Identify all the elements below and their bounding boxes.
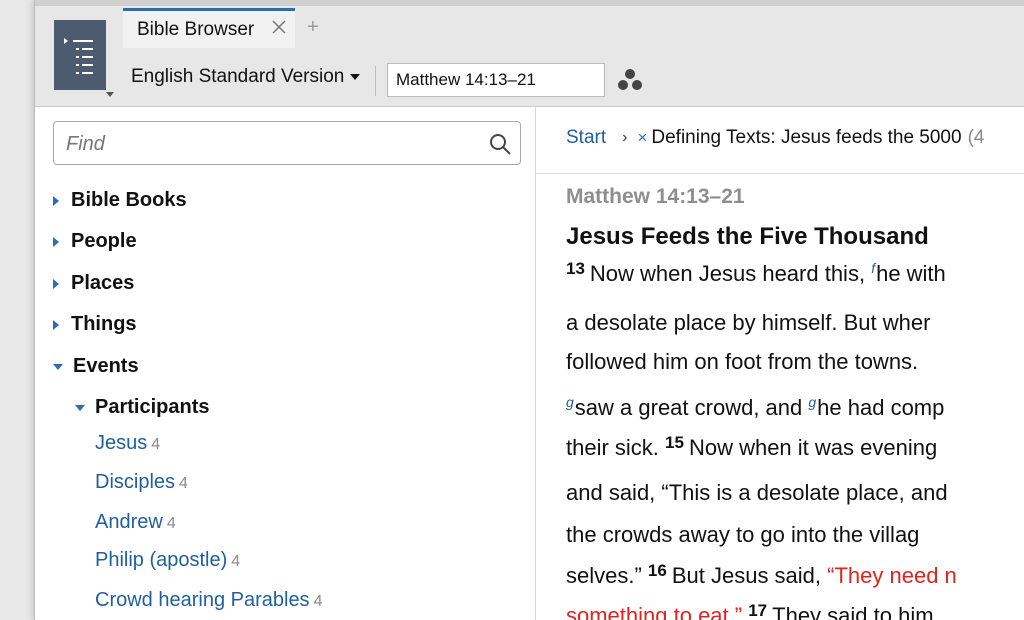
tree-item-label: Events <box>73 355 139 377</box>
tree-item-places[interactable]: Places <box>53 272 134 295</box>
tab-bible-browser[interactable]: Bible Browser <box>123 8 295 48</box>
participant-crowd[interactable]: Crowd hearing Parables 4 <box>95 589 322 612</box>
participant-count: 4 <box>179 475 188 492</box>
tree-item-label: Places <box>71 272 135 294</box>
passage-reference[interactable]: Matthew 14:13–21 <box>566 185 745 209</box>
tab-title: Bible Browser <box>137 18 255 40</box>
verse-number[interactable]: 13 <box>566 259 585 278</box>
version-dropdown[interactable]: English Standard Version <box>131 66 361 88</box>
passage-line: a desolate place by himself. But wher <box>566 310 931 335</box>
passage-line: and said, “This is a desolate place, and <box>566 480 948 505</box>
verse-text: They said to him <box>772 603 934 620</box>
verse-text: he with <box>876 261 946 286</box>
breadcrumb-count: (4 <box>967 127 985 148</box>
content-pane: Start › × Defining Texts: Jesus feeds th… <box>536 107 1024 620</box>
toolbar-strip <box>35 0 1024 6</box>
breadcrumb-start-link[interactable]: Start <box>566 127 606 149</box>
expand-arrow-icon[interactable] <box>53 319 59 330</box>
chevron-down-icon <box>350 74 361 80</box>
passage-line: the crowds away to go into the villag <box>566 522 920 547</box>
passage-line: followed him on foot from the towns. <box>566 349 919 374</box>
panel-menu-caret-icon[interactable] <box>106 92 114 97</box>
panel-menu-icon[interactable] <box>54 20 106 90</box>
participant-andrew[interactable]: Andrew 4 <box>95 511 176 534</box>
participant-label: Andrew <box>95 511 163 533</box>
tree-item-label: Things <box>71 313 137 335</box>
footnote-marker[interactable]: g <box>808 394 816 410</box>
passage-line: 13 Now when Jesus heard this, fhe with <box>566 259 946 287</box>
version-label: English Standard Version <box>131 66 345 87</box>
breadcrumb-current: Defining Texts: Jesus feeds the 5000 <box>651 127 962 148</box>
words-of-christ: “They need n <box>827 563 957 588</box>
expand-arrow-icon[interactable] <box>53 195 59 206</box>
expand-arrow-icon[interactable] <box>53 236 59 247</box>
footnote-marker[interactable]: g <box>566 394 574 410</box>
panel-toolbar: Bible Browser + English Standard Version <box>35 0 1024 107</box>
collapse-arrow-icon[interactable] <box>53 363 63 370</box>
expand-arrow-icon[interactable] <box>53 278 59 289</box>
tree-item-events[interactable]: Events <box>53 355 139 378</box>
find-box[interactable] <box>53 121 521 165</box>
participant-count: 4 <box>151 436 161 453</box>
tree-item-bible-books[interactable]: Bible Books <box>53 189 187 212</box>
find-input[interactable] <box>64 130 468 158</box>
search-icon[interactable] <box>488 132 512 156</box>
verse-text: he had comp <box>817 395 945 420</box>
verse-text: Now when it was evening <box>688 435 938 460</box>
visual-filters-icon[interactable] <box>617 68 643 92</box>
participant-count: 4 <box>313 593 323 610</box>
verse-number[interactable]: 15 <box>665 433 684 452</box>
verse-number[interactable]: 17 <box>748 601 767 620</box>
verse-text: saw a great crowd, and <box>574 395 809 420</box>
participant-label: Jesus <box>95 432 148 454</box>
close-icon[interactable] <box>269 17 289 37</box>
pericope-heading: Jesus Feeds the Five Thousand <box>566 223 929 250</box>
participant-label: Philip (apostle) <box>95 549 228 571</box>
participant-count: 4 <box>166 515 176 532</box>
passage-line: their sick. 15 Now when it was evening <box>566 433 937 461</box>
tree-item-label: Bible Books <box>71 189 187 211</box>
participant-count: 4 <box>231 553 241 570</box>
reference-input[interactable] <box>387 63 605 97</box>
tree-item-participants[interactable]: Participants <box>75 396 209 419</box>
participant-philip[interactable]: Philip (apostle) 4 <box>95 549 240 572</box>
tree-item-label: People <box>71 230 137 252</box>
tree-item-label: Participants <box>95 396 210 418</box>
verse-text: their sick. <box>566 435 666 460</box>
navigation-pane: Bible Books People Places Things Events … <box>35 107 536 620</box>
verse-number[interactable]: 16 <box>648 561 667 580</box>
passage-line: selves.” 16 But Jesus said, “They need n <box>566 561 957 589</box>
passage-line: something to eat.” 17 They said to him <box>566 601 934 620</box>
verse-text: But Jesus said, <box>671 563 828 588</box>
toolbar-divider <box>375 66 376 96</box>
collapse-arrow-icon[interactable] <box>75 404 85 411</box>
passage-line: gsaw a great crowd, and ghe had comp <box>566 394 944 421</box>
divider <box>536 173 1024 174</box>
tree-item-people[interactable]: People <box>53 230 137 253</box>
chevron-right-icon: › <box>622 129 628 146</box>
breadcrumb: Start › × Defining Texts: Jesus feeds th… <box>566 127 984 149</box>
app-window: Bible Browser + English Standard Version <box>34 0 1024 620</box>
verse-text: selves.” <box>566 563 648 588</box>
participant-jesus[interactable]: Jesus 4 <box>95 432 160 455</box>
participant-label: Disciples <box>95 471 176 493</box>
words-of-christ: something to eat.” <box>566 603 749 620</box>
remove-filter-icon[interactable]: × <box>637 128 647 148</box>
tree-item-things[interactable]: Things <box>53 313 137 336</box>
participant-disciples[interactable]: Disciples 4 <box>95 471 188 494</box>
add-tab-button[interactable]: + <box>307 16 319 39</box>
footnote-marker[interactable]: f <box>871 260 875 276</box>
verse-text: Now when Jesus heard this, <box>589 261 872 286</box>
participant-label: Crowd hearing Parables <box>95 589 310 611</box>
